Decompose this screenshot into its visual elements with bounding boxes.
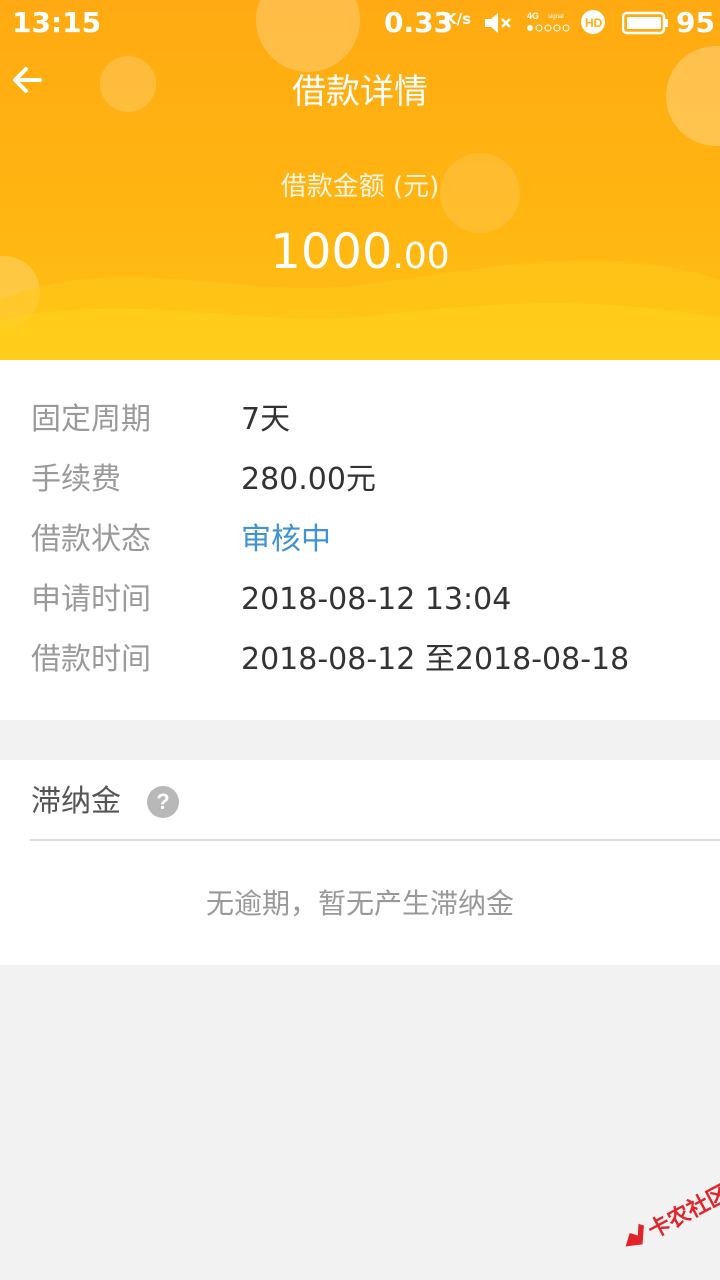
detail-label: 手续费 <box>31 462 121 497</box>
svg-text:HD: HD <box>585 16 603 30</box>
loan-amount-value: 1000.00 <box>0 224 720 280</box>
svg-text:4G: 4G <box>527 11 539 21</box>
detail-label: 申请时间 <box>31 582 151 617</box>
detail-value: 7天 <box>241 402 291 437</box>
network-speed-unit: K/s <box>445 10 472 28</box>
divider <box>30 839 720 841</box>
detail-label: 固定周期 <box>31 402 151 437</box>
question-icon[interactable]: ? <box>147 786 179 818</box>
header-banner: 13:15 0.33 K/s 4G signal HD 95 借款详情 借款金额… <box>0 0 720 360</box>
loan-amount-label: 借款金额 (元) <box>280 172 440 202</box>
network-speed: 0.33 <box>384 6 454 39</box>
detail-row-fee: 手续费 280.00元 <box>0 450 720 510</box>
loan-details-card: 固定周期 7天 手续费 280.00元 借款状态 审核中 申请时间 2018-0… <box>0 360 720 720</box>
late-fee-title: 滞纳金 <box>31 784 121 819</box>
watermark-logo: 卡农社区 <box>625 1180 720 1247</box>
battery-icon <box>622 11 668 35</box>
detail-label: 借款时间 <box>31 642 151 677</box>
status-time: 13:15 <box>12 6 102 39</box>
late-fee-empty-text: 无逾期，暂无产生滞纳金 <box>205 887 514 920</box>
loan-amount-decimal: .00 <box>392 236 450 277</box>
mute-icon <box>485 13 511 33</box>
detail-value: 2018-08-12 至2018-08-18 <box>241 642 630 677</box>
battery-level: 95 <box>676 6 715 39</box>
detail-row-status: 借款状态 审核中 <box>0 510 720 570</box>
detail-row-apply-time: 申请时间 2018-08-12 13:04 <box>0 570 720 630</box>
svg-text:signal: signal <box>548 14 564 20</box>
late-fee-card: 滞纳金 ? 无逾期，暂无产生滞纳金 <box>0 760 720 965</box>
detail-value: 280.00元 <box>241 462 376 497</box>
loan-detail-page: 13:15 0.33 K/s 4G signal HD 95 借款详情 借款金额… <box>0 0 720 1280</box>
detail-label: 借款状态 <box>31 522 151 557</box>
signal-4g-icon: 4G signal <box>527 11 570 32</box>
svg-text:?: ? <box>156 789 169 814</box>
page-title: 借款详情 <box>292 72 428 112</box>
loan-amount-integer: 1000 <box>270 224 393 280</box>
detail-row-period: 固定周期 7天 <box>0 390 720 450</box>
status-value: 审核中 <box>241 522 331 557</box>
hd-icon: HD <box>581 10 605 34</box>
detail-value: 2018-08-12 13:04 <box>241 582 512 617</box>
status-bar: 13:15 0.33 K/s 4G signal HD 95 <box>0 0 720 46</box>
svg-text:卡农社区: 卡农社区 <box>644 1180 720 1244</box>
detail-row-loan-time: 借款时间 2018-08-12 至2018-08-18 <box>0 630 720 690</box>
